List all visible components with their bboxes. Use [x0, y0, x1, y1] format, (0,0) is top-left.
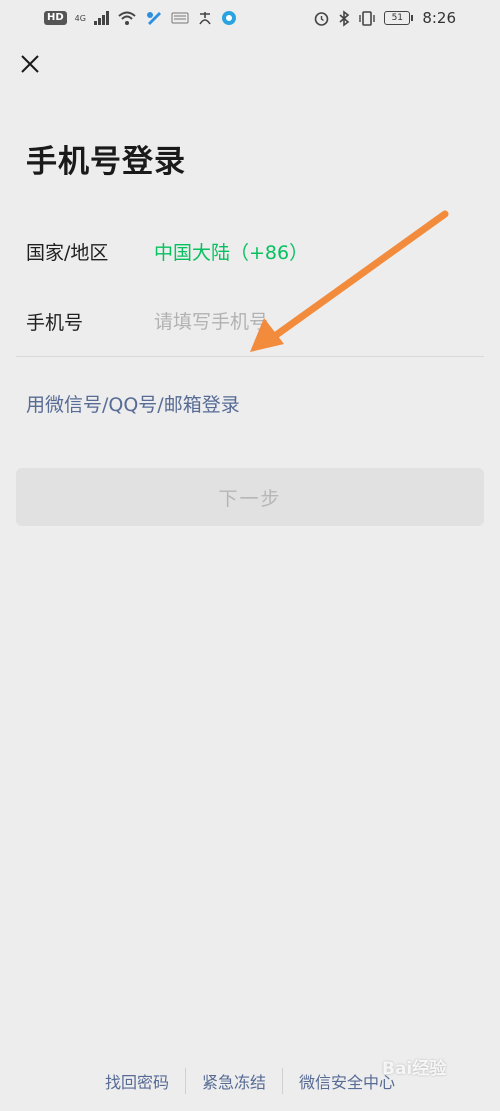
network-type: 4G	[74, 13, 86, 23]
battery-icon: 51	[384, 11, 414, 25]
country-row[interactable]: 国家/地区 中国大陆（+86）	[26, 238, 308, 265]
footer-link-emergency-freeze[interactable]: 紧急冻结	[186, 1069, 282, 1093]
phone-divider	[16, 356, 484, 357]
app-notification-icon	[146, 12, 161, 25]
footer-link-recover-password[interactable]: 找回密码	[89, 1069, 185, 1093]
status-bar-right: 51 8:26	[313, 9, 456, 27]
phone-label: 手机号	[26, 312, 84, 334]
status-bar: HD 4G 51 8:26	[0, 0, 500, 36]
country-label: 国家/地区	[26, 242, 109, 264]
signal-icon	[93, 11, 109, 25]
country-selector[interactable]: 中国大陆（+86）	[154, 238, 308, 265]
next-button[interactable]: 下一步	[16, 468, 484, 526]
bluetooth-icon	[339, 9, 350, 27]
alt-login-link[interactable]: 用微信号/QQ号/邮箱登录	[26, 390, 240, 417]
vibrate-icon	[359, 10, 376, 26]
phone-row: 手机号	[26, 308, 476, 335]
phone-input[interactable]	[154, 310, 454, 333]
wifi-icon	[118, 11, 136, 25]
hd-badge: HD	[44, 11, 67, 25]
keyboard-icon	[171, 12, 189, 24]
page-title: 手机号登录	[26, 144, 186, 180]
alipay-icon	[199, 12, 211, 25]
close-button[interactable]	[14, 48, 46, 80]
status-bar-left: HD 4G	[44, 10, 237, 26]
clock: 8:26	[422, 9, 456, 27]
close-icon	[21, 55, 39, 73]
alarm-icon	[315, 11, 329, 26]
watermark: Bai经验	[382, 1059, 447, 1079]
browser-icon	[221, 11, 236, 25]
